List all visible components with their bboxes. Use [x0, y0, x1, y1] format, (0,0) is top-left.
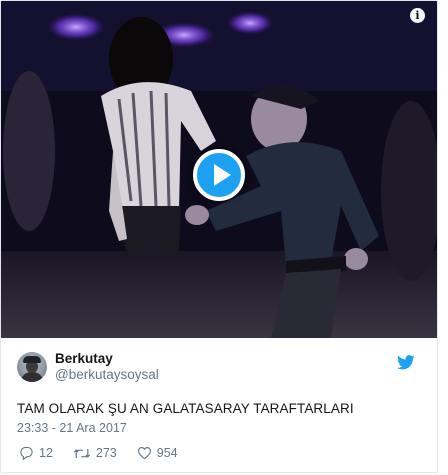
tweet-actions: 12 273 954 [19, 446, 198, 460]
tweet-author[interactable]: Berkutay @berkutaysoysal [17, 350, 159, 383]
reply-count: 12 [39, 446, 53, 460]
reply-icon [20, 446, 33, 460]
avatar[interactable] [17, 351, 47, 382]
play-button[interactable] [193, 149, 245, 201]
info-icon[interactable]: i [410, 8, 425, 23]
embedded-tweet-card: i Berkutay @berkutaysoysal TAM OLARAK ŞU… [0, 0, 438, 473]
like-button[interactable]: 954 [137, 446, 178, 460]
user-handle[interactable]: @berkutaysoysal [55, 367, 159, 383]
twitter-bird-icon[interactable] [397, 355, 415, 370]
retweet-icon [73, 448, 91, 458]
tweet-timestamp[interactable]: 23:33 - 21 Ara 2017 [17, 421, 127, 435]
author-names: Berkutay @berkutaysoysal [55, 350, 159, 383]
tweet-text: TAM OLARAK ŞU AN GALATASARAY TARAFTARLAR… [17, 401, 354, 416]
display-name[interactable]: Berkutay [55, 350, 159, 367]
play-icon [214, 164, 231, 186]
reply-button[interactable]: 12 [19, 446, 53, 460]
retweet-count: 273 [95, 446, 117, 460]
video-player[interactable]: i [1, 1, 437, 338]
retweet-button[interactable]: 273 [73, 446, 117, 460]
heart-icon [137, 447, 151, 460]
like-count: 954 [156, 446, 178, 460]
